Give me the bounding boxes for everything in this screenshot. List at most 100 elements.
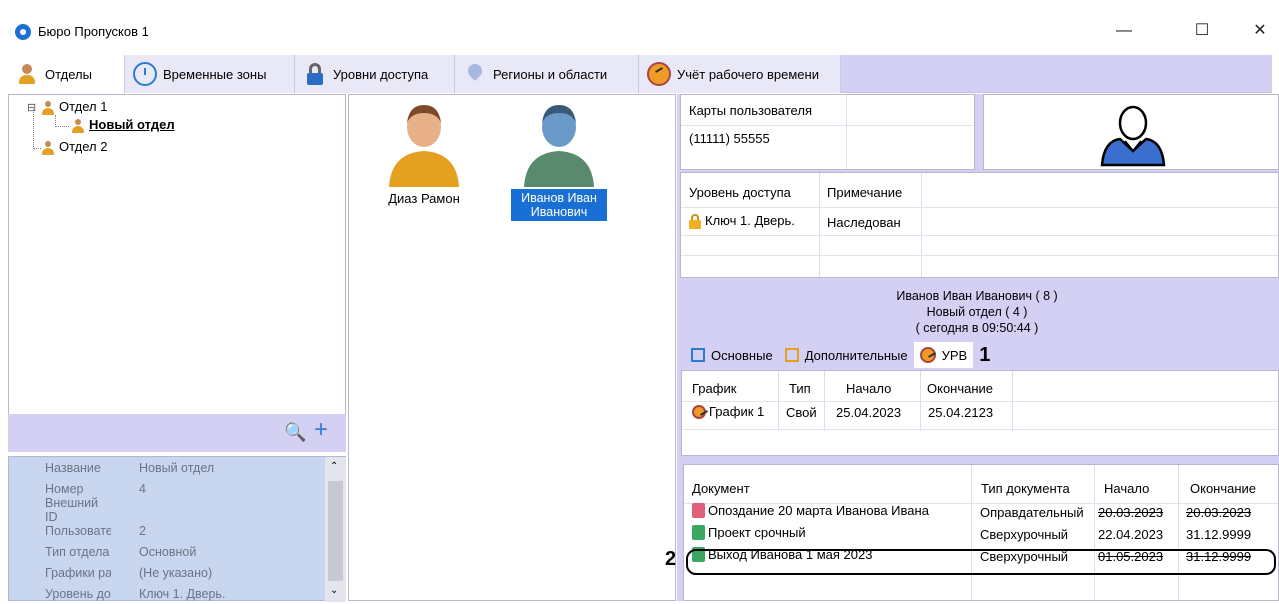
col-header: Тип bbox=[789, 381, 811, 396]
user-avatar bbox=[524, 105, 594, 187]
tree-connector bbox=[55, 115, 69, 127]
properties-list: Название Новый отдел Номер 4 Внешний ID По… bbox=[39, 457, 324, 602]
minimize-button[interactable]: — bbox=[1102, 16, 1146, 46]
person-icon bbox=[41, 140, 55, 155]
col-header: Окончание bbox=[1190, 481, 1257, 496]
region-icon bbox=[463, 62, 487, 86]
schedule-icon bbox=[692, 404, 706, 419]
search-icon[interactable]: 🔍 bbox=[284, 422, 306, 443]
access-header-level: Уровень доступа bbox=[689, 185, 791, 200]
list-icon bbox=[784, 348, 799, 362]
tab-urv[interactable]: УРВ bbox=[913, 342, 974, 368]
lock-icon bbox=[689, 213, 701, 229]
document-type: Оправдательный bbox=[980, 505, 1084, 520]
access-note: Наследован bbox=[827, 215, 901, 230]
user-info-time: ( сегодня в 09:50:44 ) bbox=[915, 321, 1039, 335]
schedule-row[interactable]: График 1 bbox=[692, 404, 764, 419]
card-value[interactable]: (11111) 55555 bbox=[689, 131, 770, 146]
window-title: Бюро Пропусков 1 bbox=[38, 24, 149, 39]
user-photo[interactable] bbox=[983, 94, 1279, 170]
highlight-frame bbox=[686, 549, 1276, 575]
document-start: 22.04.2023 bbox=[1098, 527, 1164, 542]
app-icon bbox=[15, 24, 31, 40]
document-end: 31.12.9999 bbox=[1186, 527, 1252, 542]
user-info-dept: Новый отдел ( 4 ) bbox=[926, 305, 1028, 319]
user-name: Иванов Иван Иванович bbox=[511, 189, 607, 221]
user-info: Иванов Иван Иванович ( 8 ) Новый отдел (… bbox=[827, 288, 1127, 336]
access-row[interactable]: Ключ 1. Дверь. bbox=[689, 213, 795, 229]
access-header-note: Примечание bbox=[827, 185, 903, 200]
col-header: Начало bbox=[846, 381, 892, 396]
schedule-end: 25.04.2123 bbox=[928, 405, 994, 420]
document-icon bbox=[692, 503, 705, 518]
person-icon bbox=[71, 118, 85, 133]
scroll-down-icon[interactable]: ⌄ bbox=[330, 585, 338, 596]
schedule-table: График Тип Начало Окончание График 1 Сво… bbox=[681, 370, 1279, 456]
callout-2: 2 bbox=[665, 548, 677, 570]
tree-item-dept2[interactable]: Отдел 2 bbox=[41, 139, 107, 155]
document-row[interactable]: Опоздание 20 марта Иванова Ивана bbox=[692, 503, 929, 518]
cards-table: Карты пользователя (11111) 55555 bbox=[680, 94, 975, 170]
user-name: Диаз Рамон bbox=[388, 191, 460, 206]
tab-regions[interactable]: Регионы и области bbox=[455, 55, 639, 93]
document-name: Проект срочный bbox=[708, 525, 806, 540]
prop-row: Пользовател2 bbox=[45, 523, 146, 538]
gauge-icon bbox=[647, 62, 671, 86]
tab-access-levels[interactable]: Уровни доступа bbox=[295, 55, 455, 93]
tree-connector bbox=[33, 109, 41, 149]
tab-time-zones[interactable]: Временные зоны bbox=[125, 55, 295, 93]
prop-row: Графики раб(Не указано) bbox=[45, 565, 213, 580]
prop-row: Тип отдела Основной bbox=[45, 544, 197, 559]
user-card[interactable]: Диаз Рамон bbox=[349, 101, 499, 206]
document-icon bbox=[692, 525, 705, 540]
scroll-thumb[interactable] bbox=[328, 481, 343, 581]
prop-row: Название Новый отдел bbox=[45, 460, 215, 475]
scroll-up-icon[interactable]: ⌃ bbox=[330, 461, 338, 472]
col-header: График bbox=[692, 381, 737, 396]
documents-table: Документ Тип документа Начало Окончание … bbox=[683, 464, 1279, 602]
department-tree: ⊟ Отдел 1 Новый отдел Отдел 2 bbox=[8, 94, 346, 442]
properties-panel: Название Новый отдел Номер 4 Внешний ID По… bbox=[8, 456, 346, 602]
col-header: Окончание bbox=[927, 381, 994, 396]
close-button[interactable]: ✕ bbox=[1238, 16, 1279, 46]
gauge-icon bbox=[919, 347, 936, 363]
col-header: Документ bbox=[692, 481, 750, 496]
person-icon bbox=[41, 100, 55, 115]
add-icon[interactable]: + bbox=[314, 416, 328, 444]
user-card-selected[interactable]: Иванов Иван Иванович bbox=[499, 101, 619, 221]
document-end: 20.03.2023 bbox=[1186, 505, 1252, 520]
document-type: Сверхурочный bbox=[980, 527, 1069, 542]
tab-departments[interactable]: Отделы bbox=[7, 55, 125, 93]
scrollbar[interactable]: ⌃ ⌄ bbox=[325, 457, 346, 602]
title-bar: Бюро Пропусков 1 — ☐ ✕ bbox=[0, 0, 1279, 54]
details-panel: Карты пользователя (11111) 55555 Уровень… bbox=[665, 94, 1279, 602]
prop-row: Внешний ID bbox=[45, 495, 99, 524]
schedule-type: Свой bbox=[786, 405, 817, 420]
maximize-button[interactable]: ☐ bbox=[1180, 16, 1224, 46]
col-header: Тип документа bbox=[981, 481, 1070, 496]
tree-item-dept1[interactable]: Отдел 1 bbox=[41, 99, 107, 115]
document-name: Опоздание 20 марта Иванова Ивана bbox=[708, 503, 929, 518]
tree-toolbar: 🔍 + bbox=[8, 414, 346, 452]
clock-icon bbox=[133, 62, 157, 86]
document-start: 20.03.2023 bbox=[1098, 505, 1164, 520]
tab-time-tracking[interactable]: Учёт рабочего времени bbox=[639, 55, 841, 93]
list-icon bbox=[691, 348, 705, 362]
access-table: Уровень доступа Примечание Ключ 1. Дверь… bbox=[680, 172, 1279, 278]
cards-header: Карты пользователя bbox=[689, 103, 812, 118]
tree-item-new-dept[interactable]: Новый отдел bbox=[71, 117, 175, 133]
user-silhouette-icon bbox=[1100, 105, 1166, 167]
sub-tab-bar: Основные Дополнительные УРВ 1 bbox=[685, 342, 990, 368]
user-avatar bbox=[389, 105, 459, 187]
users-panel: Диаз Рамон Иванов Иван Иванович bbox=[348, 94, 676, 601]
schedule-start: 25.04.2023 bbox=[836, 405, 902, 420]
user-info-name: Иванов Иван Иванович ( 8 ) bbox=[896, 289, 1058, 303]
tab-additional[interactable]: Дополнительные bbox=[779, 348, 914, 363]
col-header: Начало bbox=[1104, 481, 1150, 496]
callout-1: 1 bbox=[979, 343, 991, 366]
tab-basic[interactable]: Основные bbox=[685, 348, 779, 363]
document-row[interactable]: Проект срочный bbox=[692, 525, 806, 540]
main-tab-bar: Отделы Временные зоны Уровни доступа Рег… bbox=[7, 55, 1272, 93]
person-icon bbox=[15, 62, 39, 86]
lock-icon bbox=[303, 62, 327, 86]
